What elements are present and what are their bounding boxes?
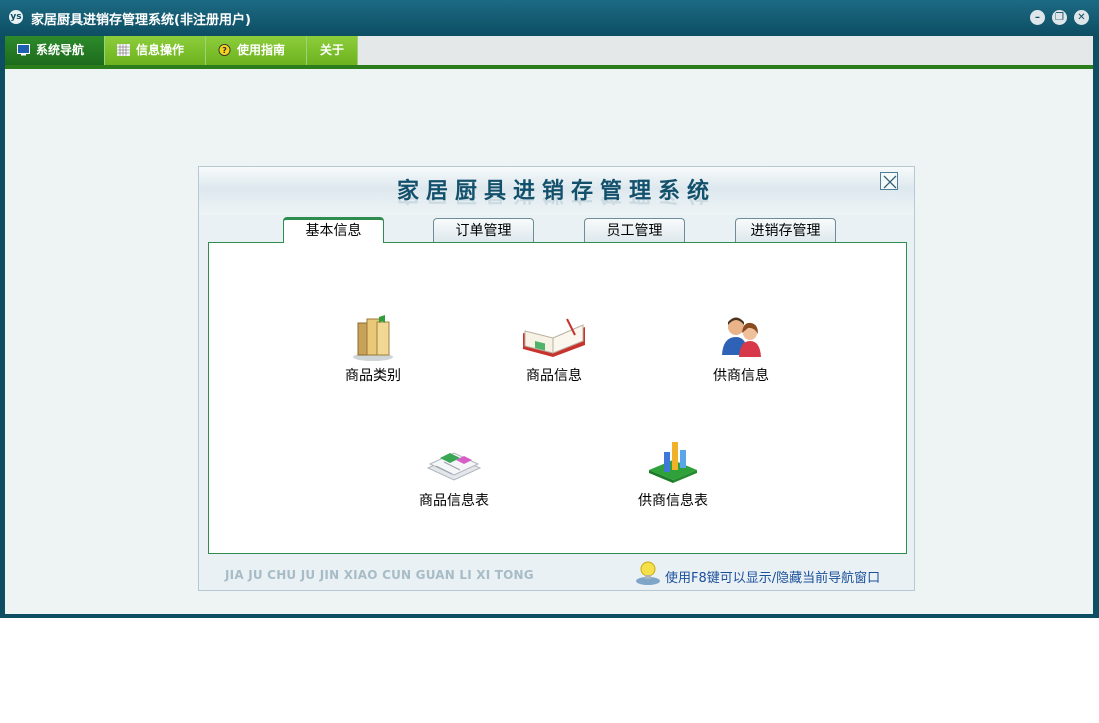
tab-inventory-mgmt[interactable]: 进销存管理 [735,218,836,243]
menu-guide[interactable]: ? 使用指南 [206,36,307,65]
papers-icon [426,452,482,481]
books-icon [353,315,393,361]
nav-item-label: 商品类别 [345,368,401,384]
menu-label: 信息操作 [136,43,185,57]
restore-icon[interactable]: ❐ [1052,10,1067,25]
menu-label: 系统导航 [36,43,85,57]
tab-staff-mgmt[interactable]: 员工管理 [584,218,685,243]
nav-item-supplier[interactable]: 供商信息 [681,313,801,385]
svg-text:?: ? [222,45,227,55]
minimize-icon[interactable]: – [1030,10,1045,25]
footer-tip-text: 使用F8键可以显示/隐藏当前导航窗口 [665,571,881,586]
help-icon: ? [218,44,231,56]
nav-item-label: 供商信息表 [638,493,708,509]
menu-label: 使用指南 [237,43,286,57]
navigation-window: 家居厨具进销存管理系统 家居厨具进销存管理系统 基本信息 订单管理 员工管理 进… [198,166,915,591]
menu-label: 关于 [319,43,344,57]
chart-icon [649,442,697,483]
tab-panel: 商品类别 商品信息 供商信息 商品信息表 供商信息表 [208,242,907,554]
nav-item-category[interactable]: 商品类别 [313,313,433,385]
window-title: 家居厨具进销存管理系统(非注册用户) [31,13,251,28]
nav-item-label: 商品信息 [526,368,582,384]
nav-close-button[interactable] [880,172,898,190]
nav-title-reflection: 家居厨具进销存管理系统 [199,197,914,211]
nav-item-label: 供商信息 [713,368,769,384]
nav-item-product[interactable]: 商品信息 [494,313,614,385]
nav-item-supplier-table[interactable]: 供商信息表 [613,438,733,510]
menu-info-ops[interactable]: 信息操作 [105,36,206,65]
monitor-icon [17,44,30,56]
lightbulb-icon [636,561,660,585]
app-logo-icon: ys [9,10,23,24]
menu-bar: 系统导航 信息操作 ? 使用指南 关于 [5,36,1093,66]
menu-about[interactable]: 关于 [307,36,358,65]
grid-icon [117,44,130,56]
menu-system-nav[interactable]: 系统导航 [5,36,105,65]
open-book-icon [523,318,585,357]
close-icon[interactable]: ✕ [1074,10,1089,25]
tab-order-mgmt[interactable]: 订单管理 [433,218,534,243]
tab-basic-info[interactable]: 基本信息 [283,217,384,243]
footer-pinyin: JIA JU CHU JU JIN XIAO CUN GUAN LI XI TO… [225,568,534,582]
title-bar[interactable]: ys 家居厨具进销存管理系统(非注册用户) – ❐ ✕ [0,0,1099,36]
people-icon [722,317,761,357]
nav-item-label: 商品信息表 [419,493,489,509]
nav-header: 家居厨具进销存管理系统 家居厨具进销存管理系统 [199,167,914,215]
nav-item-product-table[interactable]: 商品信息表 [394,438,514,510]
close-icon [883,175,897,189]
